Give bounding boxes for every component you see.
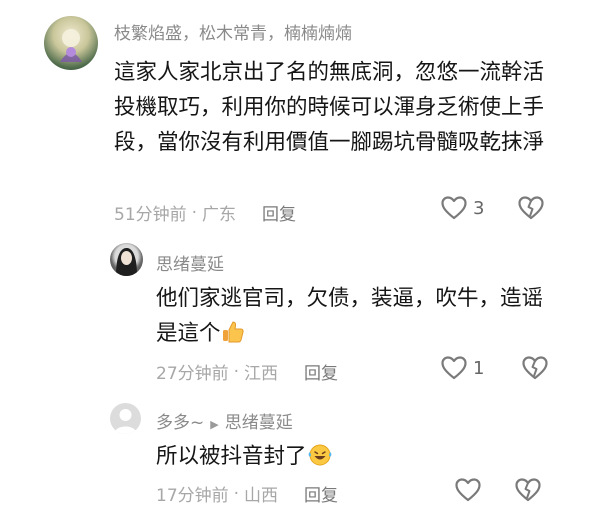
broken-heart-icon xyxy=(515,478,541,502)
like-button[interactable]: 1 xyxy=(441,356,484,380)
comment-location: 广东 xyxy=(202,205,237,225)
heart-icon xyxy=(441,356,467,380)
comment-time: 27分钟前 xyxy=(156,364,229,384)
heart-icon xyxy=(455,478,481,502)
comment-meta: 27分钟前 · 江西 回复 xyxy=(156,359,338,385)
broken-heart-icon xyxy=(522,356,549,380)
comment-text: 所以被抖音封了 xyxy=(156,444,307,469)
comment-time: 51分钟前 xyxy=(114,205,187,225)
play-arrow-icon: ▶ xyxy=(210,418,219,431)
meta-separator: · xyxy=(233,483,240,504)
avatar[interactable] xyxy=(44,16,98,70)
comment-location: 江西 xyxy=(244,364,279,384)
comment-actions: 3 xyxy=(441,196,545,220)
avatar-art-icon xyxy=(60,29,82,62)
reply-button[interactable]: 回复 xyxy=(304,359,338,384)
dislike-button[interactable] xyxy=(518,196,545,220)
like-button[interactable] xyxy=(455,478,487,502)
reply-to-username[interactable]: 思绪蔓延 xyxy=(225,413,293,433)
dislike-button[interactable] xyxy=(515,478,541,502)
meta-separator: · xyxy=(191,202,198,223)
broken-heart-icon xyxy=(518,196,545,220)
comment-actions xyxy=(455,478,541,502)
comment-text-wrapper: 所以被抖音封了 xyxy=(156,442,556,476)
like-button[interactable]: 3 xyxy=(441,196,484,220)
thumbs-up-icon xyxy=(221,320,245,355)
comment-text-wrapper: 他们家逃官司，欠债，装逼，吹牛，造谣是這个 xyxy=(156,281,556,355)
like-count: 1 xyxy=(473,357,485,379)
comment-meta: 51分钟前 · 广东 回复 xyxy=(114,200,296,226)
comment-text: 他们家逃官司，欠债，装逼，吹牛，造谣是這个 xyxy=(156,286,544,346)
avatar-portrait-icon xyxy=(116,248,137,276)
comment-time: 17分钟前 xyxy=(156,486,229,506)
laughing-crying-icon xyxy=(307,443,333,476)
comment-username[interactable]: 枝繁焰盛，松木常青，楠楠煵煵 xyxy=(114,19,352,44)
dislike-button[interactable] xyxy=(522,356,549,380)
like-count: 3 xyxy=(473,197,485,219)
reply-button[interactable]: 回复 xyxy=(304,481,338,506)
comment-actions: 1 xyxy=(441,356,549,380)
heart-icon xyxy=(441,196,467,220)
reply-header: 多多~ ▶ 思绪蔓延 xyxy=(156,408,293,433)
meta-separator: · xyxy=(233,361,240,382)
comment-meta: 17分钟前 · 山西 回复 xyxy=(156,481,338,507)
comment-location: 山西 xyxy=(244,486,279,506)
comment-username[interactable]: 多多~ xyxy=(156,413,204,433)
avatar[interactable] xyxy=(110,403,141,434)
avatar[interactable] xyxy=(110,243,143,276)
comment-text: 這家人家北京出了名的無底洞，忽悠一流幹活投機取巧，利用你的時候可以渾身乏術使上手… xyxy=(114,60,545,155)
comment-username[interactable]: 思绪蔓延 xyxy=(156,250,224,275)
reply-button[interactable]: 回复 xyxy=(262,200,296,225)
default-user-icon xyxy=(114,409,137,434)
